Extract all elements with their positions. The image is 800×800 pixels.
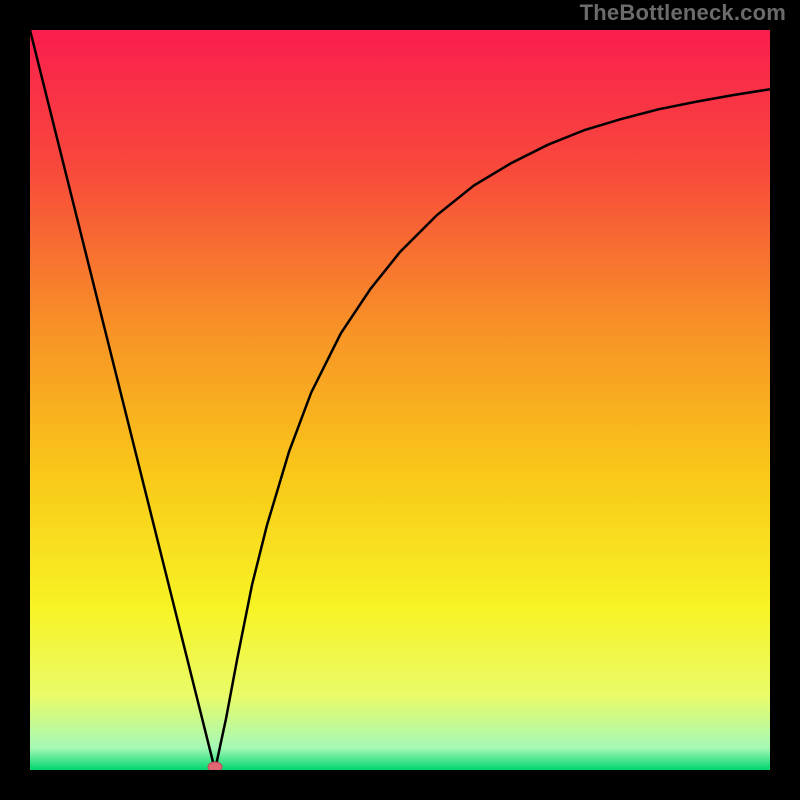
plot-area (30, 30, 770, 770)
gradient-background (30, 30, 770, 770)
chart-container: TheBottleneck.com (0, 0, 800, 800)
plot-area-frame (30, 30, 770, 770)
watermark-text: TheBottleneck.com (580, 0, 786, 26)
chart-svg (30, 30, 770, 770)
minimum-marker (208, 762, 222, 770)
